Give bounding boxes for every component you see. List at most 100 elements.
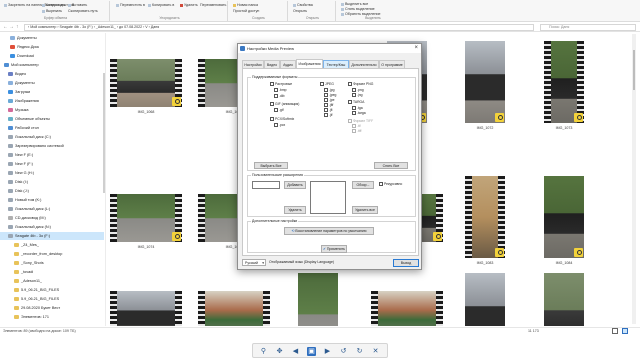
sidebar-item[interactable]: _Sony_Shots — [0, 259, 104, 267]
tab-images[interactable]: Изображения — [296, 59, 323, 68]
up-icon[interactable]: ↑ — [16, 24, 19, 30]
select-all-button[interactable]: Выделить все — [341, 2, 368, 6]
format-checkbox[interactable]: .bmp — [274, 88, 287, 93]
zoom-icon[interactable]: ⚲ — [259, 347, 268, 356]
close-icon[interactable]: × — [414, 44, 418, 53]
sidebar-item[interactable]: _tovadi — [0, 268, 104, 276]
extension-input[interactable] — [252, 181, 280, 189]
sidebar-item[interactable]: Документы — [0, 34, 104, 42]
checkbox-box[interactable] — [270, 82, 274, 87]
pan-icon[interactable]: ✥ — [275, 347, 284, 356]
format-checkbox[interactable]: .gif — [274, 108, 284, 113]
copy-button[interactable]: Копировать — [42, 3, 65, 7]
exit-button[interactable]: Выход — [393, 259, 419, 267]
remove-extension-button[interactable]: Удалить — [284, 206, 306, 214]
checkbox-box[interactable] — [352, 111, 356, 116]
delete-button[interactable]: Удалить — [180, 3, 198, 7]
file-thumbnail[interactable] — [465, 41, 505, 123]
sidebar-item[interactable]: Музыка — [0, 106, 104, 114]
checkbox-box[interactable] — [324, 113, 328, 118]
sidebar-item[interactable]: Новый том (K:) — [0, 196, 104, 204]
sidebar-item[interactable]: Seagate 4tb - 3o (F:) — [0, 232, 104, 240]
fit-icon[interactable]: ▣ — [307, 347, 316, 356]
checkbox-box[interactable] — [324, 98, 328, 103]
recursive-checkbox-box[interactable] — [379, 182, 383, 187]
file-thumbnail[interactable] — [544, 41, 584, 123]
sidebar-item[interactable]: New G (H:) — [0, 169, 104, 177]
rotate-left-icon[interactable]: ↺ — [339, 347, 348, 356]
sidebar-item[interactable]: CD-дисковод (M:) — [0, 214, 104, 222]
format-checkbox[interactable]: Растровые — [270, 82, 292, 87]
sidebar-item[interactable]: 5.9_06.21_BIG_FILES — [0, 286, 104, 294]
sidebar-item[interactable]: Мой компьютер — [0, 61, 104, 69]
checkbox-box[interactable] — [274, 88, 278, 93]
file-thumbnail[interactable] — [465, 176, 505, 258]
checkbox-box[interactable] — [352, 93, 356, 98]
file-thumbnail[interactable] — [465, 273, 505, 326]
sidebar-item[interactable]: Рабочий стол — [0, 124, 104, 132]
file-thumbnail[interactable] — [544, 176, 584, 258]
sidebar-item[interactable]: Яндекс.Диск — [0, 43, 104, 51]
format-checkbox[interactable]: GIF (анимация) — [270, 102, 299, 107]
extensions-listbox[interactable] — [310, 181, 346, 214]
scroll-thumb[interactable] — [633, 50, 635, 90]
checkbox-box[interactable] — [270, 117, 274, 122]
thumbnails-view-icon[interactable] — [622, 328, 628, 334]
move-to-button[interactable]: Переместить в — [116, 3, 145, 7]
format-checkbox[interactable]: .jif — [324, 113, 332, 118]
language-select[interactable]: Русский ▾ — [242, 259, 266, 266]
checkbox-box[interactable] — [274, 108, 278, 113]
file-thumbnail[interactable] — [371, 291, 443, 326]
select-none-button[interactable]: Снять выделение — [341, 7, 375, 11]
close-icon[interactable]: ✕ — [371, 347, 380, 356]
sidebar-item[interactable]: _recorder_from_desktop — [0, 250, 104, 258]
select-all-formats-button[interactable]: Выбрать Все — [254, 162, 288, 169]
sidebar-item[interactable]: Загрузки — [0, 88, 104, 96]
cut-button[interactable]: Вырезать — [42, 9, 62, 13]
new-folder-button[interactable]: Новая папка — [233, 3, 258, 7]
format-checkbox[interactable]: .targa — [352, 111, 366, 116]
prev-icon[interactable]: ◀ — [291, 347, 300, 356]
file-thumbnail[interactable] — [298, 273, 338, 326]
sidebar-item[interactable]: 29.08.2020 Букет Вест — [0, 304, 104, 312]
sidebar-item[interactable]: Disk (I:) — [0, 178, 104, 186]
forward-icon[interactable]: → — [9, 24, 14, 30]
format-checkbox[interactable]: TARGA — [348, 100, 364, 105]
sidebar-item[interactable]: Download — [0, 52, 104, 60]
apply-button[interactable]: ✔ Применить — [321, 245, 347, 253]
format-checkbox[interactable]: .pcx — [274, 123, 285, 128]
tab-tester-cache[interactable]: Тестер/Кэш — [323, 60, 349, 68]
format-checkbox[interactable]: Формат PNG — [348, 82, 373, 87]
recursive-checkbox[interactable]: Рекурсивно — [379, 182, 402, 187]
sidebar-item[interactable]: New F (F:) — [0, 160, 104, 168]
rotate-right-icon[interactable]: ↻ — [355, 347, 364, 356]
checkbox-box[interactable] — [274, 123, 278, 128]
vertical-scrollbar[interactable] — [632, 34, 636, 324]
sidebar-item[interactable]: New F (E:) — [0, 151, 104, 159]
back-icon[interactable]: ← — [3, 24, 8, 30]
checkbox-box[interactable] — [324, 103, 328, 108]
restore-defaults-button[interactable]: ⟲ Восстановление параметров по умолчанию — [284, 227, 374, 235]
checkbox-box[interactable] — [348, 100, 352, 105]
format-checkbox[interactable]: PCX/Softmix — [270, 117, 294, 122]
properties-button[interactable]: Свойства — [293, 3, 313, 7]
tab-video[interactable]: Видео — [264, 60, 280, 68]
checkbox-box[interactable] — [352, 106, 356, 111]
checkbox-box[interactable] — [274, 94, 278, 99]
search-input[interactable]: Поиск: Даня — [540, 24, 636, 31]
next-icon[interactable]: ▶ — [323, 347, 332, 356]
checkbox-box[interactable] — [320, 82, 324, 87]
checkbox-box[interactable] — [348, 82, 352, 87]
copy-path-button[interactable]: Скопировать путь — [68, 9, 98, 13]
checkbox-box[interactable] — [324, 93, 328, 98]
format-checkbox[interactable]: .jng — [352, 93, 362, 98]
format-checkbox[interactable]: .dib — [274, 94, 284, 99]
remove-all-button[interactable]: Удалить все — [352, 206, 378, 214]
file-thumbnail[interactable] — [198, 291, 270, 326]
sidebar-item[interactable]: Элементов: 171 — [0, 313, 104, 321]
sidebar-item[interactable]: Локальный диск (N:) — [0, 223, 104, 231]
sidebar-item[interactable]: Изображения — [0, 97, 104, 105]
tab-about[interactable]: О программе — [379, 60, 405, 68]
sidebar-item[interactable]: Локальный диск (C:) — [0, 133, 104, 141]
sidebar-item[interactable]: Локальный диск (L:) — [0, 205, 104, 213]
